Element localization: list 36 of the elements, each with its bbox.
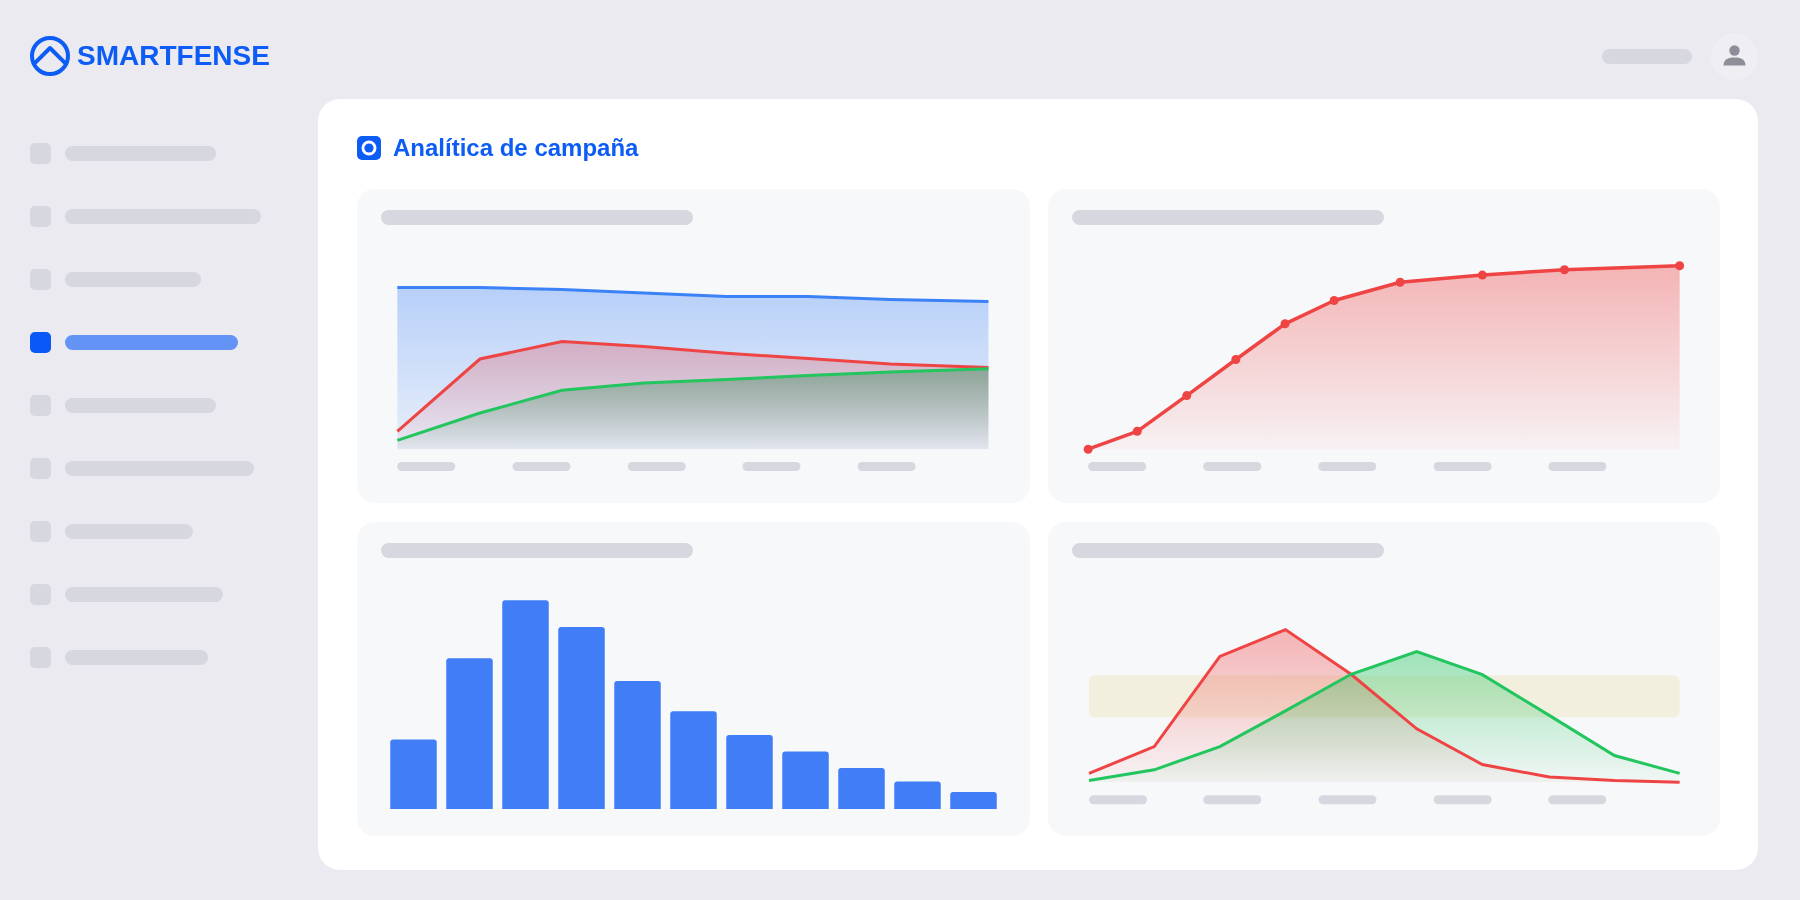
chart-bar xyxy=(390,739,437,810)
axis-label-placeholder xyxy=(1202,462,1261,471)
data-point xyxy=(1280,319,1290,329)
data-point xyxy=(1230,355,1240,364)
brand-name: SMARTFENSE xyxy=(77,40,270,72)
axis-label-placeholder xyxy=(1547,462,1606,471)
sidebar-item[interactable] xyxy=(30,332,238,353)
axis-label-placeholder xyxy=(1087,462,1146,471)
data-point xyxy=(1395,277,1405,287)
data-point xyxy=(1559,265,1569,275)
page-title: Analítica de campaña xyxy=(393,134,639,162)
axis-label-placeholder xyxy=(627,462,686,471)
data-point xyxy=(1132,426,1142,436)
axis-label-placeholder xyxy=(742,462,801,471)
data-point xyxy=(1329,296,1339,305)
axis-label-placeholder xyxy=(1317,462,1376,471)
square-icon xyxy=(30,332,51,353)
axis-label-placeholder xyxy=(1433,795,1492,805)
axis-label-placeholder xyxy=(1202,795,1261,805)
chart-bar xyxy=(894,781,941,810)
chart-bar xyxy=(838,768,885,810)
axis-label-placeholder xyxy=(1433,462,1492,471)
axis-label-placeholder xyxy=(1088,795,1147,805)
data-point xyxy=(1477,270,1487,280)
axis-label-placeholder xyxy=(1547,795,1606,805)
axis-label-placeholder xyxy=(397,462,456,471)
data-point xyxy=(1083,444,1093,454)
chart-bar xyxy=(950,792,997,810)
data-point xyxy=(1181,391,1191,401)
logo-icon xyxy=(30,36,70,76)
dot-square-icon xyxy=(357,136,381,160)
axis-label-placeholder xyxy=(512,462,571,471)
axis-label-placeholder xyxy=(1317,795,1376,805)
data-point xyxy=(1674,261,1684,271)
chart-bar xyxy=(782,751,829,810)
axis-label-placeholder xyxy=(857,462,916,471)
